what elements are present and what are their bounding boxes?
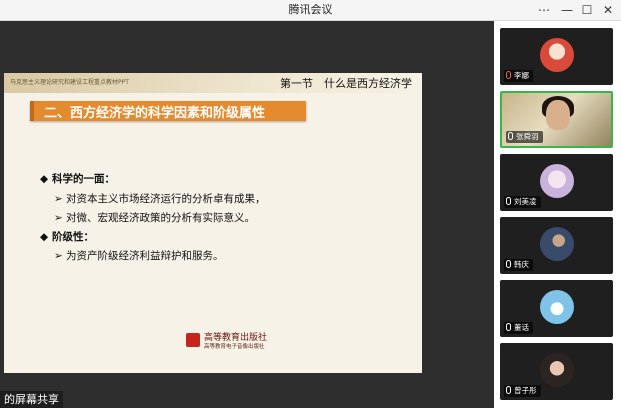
close-button[interactable]: ✕ xyxy=(597,0,619,20)
mic-muted-icon xyxy=(506,71,511,79)
participant-name-text: 曾子彤 xyxy=(514,386,537,395)
screen-share-label: 的屏幕共享 xyxy=(0,391,63,408)
participant-tile-active[interactable]: 张舜羽 xyxy=(500,91,613,148)
slide-series-text: 马克思主义理论研究和建设工程重点教材PPT xyxy=(10,79,129,86)
slide-bullet-text: 对微、宏观经济政策的分析有实际意义。 xyxy=(66,212,255,224)
more-icon[interactable]: ⋯ xyxy=(533,0,555,20)
participant-tile[interactable]: 董话 xyxy=(500,280,613,337)
slide-bullet: ➢ 对微、宏观经济政策的分析有实际意义。 xyxy=(54,210,255,225)
presentation-slide: 马克思主义理论研究和建设工程重点教材PPT 第一节 什么是西方经济学 二、西方经… xyxy=(4,73,422,373)
publisher-seal-icon xyxy=(186,333,200,347)
minimize-button[interactable]: — xyxy=(556,0,578,20)
diamond-bullet-icon: ◆ xyxy=(40,173,49,185)
publisher-subname: 高等教育电子音像出版社 xyxy=(204,344,265,350)
participant-name: 曾子彤 xyxy=(504,385,541,397)
avatar xyxy=(540,290,574,324)
avatar xyxy=(540,227,574,261)
mic-icon xyxy=(506,197,511,205)
arrow-bullet-icon: ➢ xyxy=(54,193,63,205)
slide-bullet-text: 阶级性： xyxy=(52,231,94,243)
slide-bullet: ◆ 阶级性： xyxy=(40,229,94,244)
slide-bullet-text: 对资本主义市场经济运行的分析卓有成果， xyxy=(66,193,266,205)
publisher-logo: 高等教育出版社 高等教育电子音像出版社 xyxy=(186,330,294,352)
mic-icon xyxy=(506,260,511,268)
participant-tile[interactable]: 刘美凌 xyxy=(500,154,613,211)
participant-name: 李娜 xyxy=(504,70,533,82)
participant-name-text: 董话 xyxy=(514,323,529,332)
shared-screen-area[interactable]: 马克思主义理论研究和建设工程重点教材PPT 第一节 什么是西方经济学 二、西方经… xyxy=(0,21,494,408)
avatar xyxy=(540,38,574,72)
slide-bullet-text: 为资产阶级经济利益辩护和服务。 xyxy=(66,250,224,262)
mic-icon xyxy=(508,132,513,140)
title-bar: 腾讯会议 ⋯ — ☐ ✕ xyxy=(0,0,621,21)
slide-bullet: ➢ 对资本主义市场经济运行的分析卓有成果， xyxy=(54,191,266,206)
video-face xyxy=(546,100,570,130)
slide-heading: 二、西方经济学的科学因素和阶级属性 xyxy=(44,106,266,121)
arrow-bullet-icon: ➢ xyxy=(54,212,63,224)
participant-name: 韩庆 xyxy=(504,259,533,271)
avatar xyxy=(540,164,574,198)
mic-icon xyxy=(506,386,511,394)
participant-tile[interactable]: 李娜 xyxy=(500,28,613,85)
mic-icon xyxy=(506,323,511,331)
arrow-bullet-icon: ➢ xyxy=(54,250,63,262)
slide-bullet: ◆ 科学的一面： xyxy=(40,171,115,186)
participant-name-text: 韩庆 xyxy=(514,260,529,269)
slide-heading-bar: 二、西方经济学的科学因素和阶级属性 xyxy=(30,101,306,121)
participant-name: 董话 xyxy=(504,322,533,334)
slide-section-title: 第一节 什么是西方经济学 xyxy=(280,77,412,90)
participant-tile[interactable]: 曾子彤 xyxy=(500,343,613,400)
participant-name-text: 李娜 xyxy=(514,71,529,80)
participant-tile[interactable]: 韩庆 xyxy=(500,217,613,274)
participant-name: 张舜羽 xyxy=(506,131,543,143)
slide-bullet-text: 科学的一面： xyxy=(52,173,115,185)
participant-name: 刘美凌 xyxy=(504,196,541,208)
avatar xyxy=(540,353,574,387)
window-title: 腾讯会议 xyxy=(288,3,333,16)
participant-name-text: 刘美凌 xyxy=(514,197,537,206)
maximize-button[interactable]: ☐ xyxy=(576,0,598,20)
participant-name-text: 张舜羽 xyxy=(516,132,539,141)
participant-panel: 李娜 张舜羽 刘美凌 韩庆 董话 曾子彤 xyxy=(494,21,621,408)
slide-bullet: ➢ 为资产阶级经济利益辩护和服务。 xyxy=(54,248,224,263)
diamond-bullet-icon: ◆ xyxy=(40,231,49,243)
